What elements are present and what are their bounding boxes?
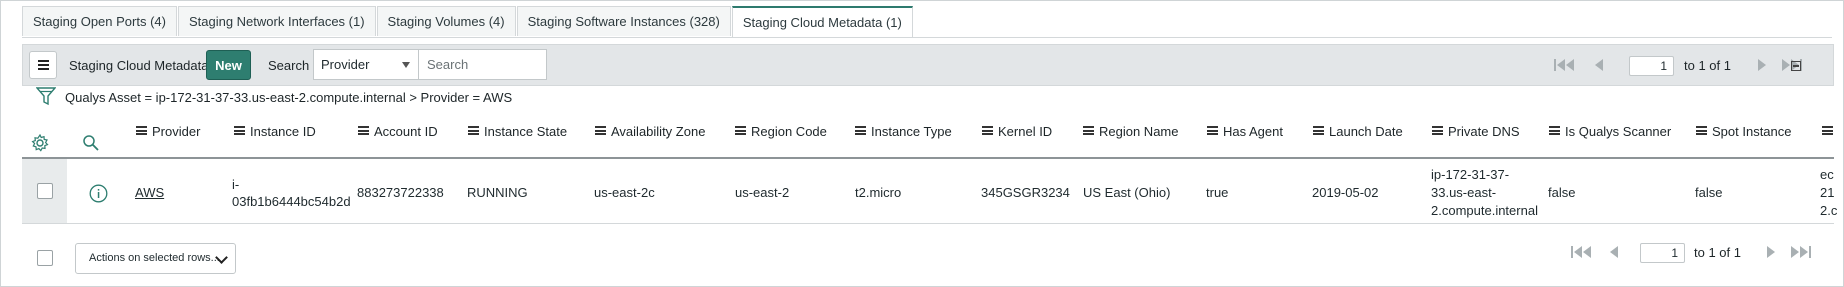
next-page-icon[interactable] <box>1766 245 1776 262</box>
column-menu-icon[interactable] <box>234 126 245 135</box>
column-menu-icon[interactable] <box>1083 126 1094 135</box>
column-header-availability-zone[interactable]: Availability Zone <box>595 124 705 140</box>
column-header-instance-state[interactable]: Instance State <box>468 124 567 140</box>
cell-private-dns-line3: 2.compute.internal <box>1431 203 1538 218</box>
prev-page-icon[interactable] <box>1594 58 1604 75</box>
tab-staging-network-interfaces[interactable]: Staging Network Interfaces (1) <box>177 6 376 36</box>
actions-select-label: Actions on selected rows... <box>89 252 220 264</box>
header-divider <box>22 157 1834 159</box>
tab-staging-cloud-metadata[interactable]: Staging Cloud Metadata (1) <box>731 6 913 38</box>
column-menu-icon[interactable] <box>358 126 369 135</box>
column-menu-icon[interactable] <box>982 126 993 135</box>
gear-icon[interactable] <box>31 133 49 155</box>
menu-icon[interactable] <box>29 51 57 79</box>
search-input[interactable] <box>419 49 547 80</box>
list-toolbar: Staging Cloud Metadata New Search Provid… <box>22 44 1834 86</box>
page-range-label: to 1 of 1 <box>1684 58 1731 73</box>
next-page-icon[interactable] <box>1757 58 1767 75</box>
cell-account-id: 883273722338 <box>357 185 444 200</box>
column-header-account-id[interactable]: Account ID <box>358 124 438 140</box>
tab-staging-software-instances[interactable]: Staging Software Instances (328) <box>516 6 731 36</box>
cell-provider-link[interactable]: AWS <box>135 184 164 201</box>
column-header-region-name[interactable]: Region Name <box>1083 124 1179 140</box>
column-menu-icon[interactable] <box>1696 126 1707 135</box>
cell-availability-zone: us-east-2c <box>594 185 655 200</box>
cell-has-agent: true <box>1206 185 1229 200</box>
select-all-checkbox[interactable] <box>37 250 53 266</box>
search-label: Search <box>268 58 310 73</box>
page-number-input[interactable]: 1 <box>1629 56 1674 76</box>
column-menu-icon[interactable] <box>468 126 479 135</box>
collapse-icon[interactable] <box>1791 61 1801 71</box>
column-header-launch-date[interactable]: Launch Date <box>1313 124 1403 140</box>
cell-private-dns-line2: 33.us-east- <box>1431 185 1497 200</box>
column-header-private-dns[interactable]: Private DNS <box>1432 124 1520 140</box>
caret-down-icon <box>402 62 410 68</box>
column-menu-icon[interactable] <box>1549 126 1560 135</box>
column-menu-icon[interactable] <box>1822 126 1833 135</box>
column-menu-icon[interactable] <box>1313 126 1324 135</box>
column-menu-icon[interactable] <box>1207 126 1218 135</box>
column-menu-icon[interactable] <box>735 126 746 135</box>
footer-page-range-label: to 1 of 1 <box>1694 245 1741 260</box>
cell-spot-instance: false <box>1695 185 1723 200</box>
column-header-region-code[interactable]: Region Code <box>735 124 827 140</box>
cell-private-dns-line1: ip-172-31-37- <box>1431 167 1510 182</box>
cell-region-code: us-east-2 <box>735 185 790 200</box>
column-header-is-qualys-scanner[interactable]: Is Qualys Scanner <box>1549 124 1671 140</box>
list-title: Staging Cloud Metadata <box>69 58 209 73</box>
cell-instance-type: t2.micro <box>855 185 902 200</box>
new-button[interactable]: New <box>206 50 251 80</box>
column-menu-icon[interactable] <box>136 126 147 135</box>
cell-instance-state: RUNNING <box>467 185 528 200</box>
related-lists-tabs: Staging Open Ports (4) Staging Network I… <box>22 6 914 38</box>
column-menu-icon[interactable] <box>1432 126 1443 135</box>
search-field-value: Provider <box>321 57 370 72</box>
tab-staging-volumes[interactable]: Staging Volumes (4) <box>376 6 516 36</box>
cell-instance-id-line1: i- <box>232 177 240 192</box>
search-icon[interactable] <box>82 134 100 155</box>
tab-staging-open-ports[interactable]: Staging Open Ports (4) <box>22 6 177 36</box>
cell-region-name: US East (Ohio) <box>1083 185 1171 200</box>
column-header-provider[interactable]: Provider <box>136 124 200 140</box>
info-icon[interactable] <box>89 184 108 206</box>
column-header-instance-type[interactable]: Instance Type <box>855 124 952 140</box>
cell-clipped-line1: ec <box>1820 167 1834 182</box>
cell-is-qualys-scanner: false <box>1548 185 1576 200</box>
cell-instance-id-line2: 03fb1b6444bc54b2d <box>232 194 351 209</box>
cell-clipped-line2: 21 <box>1820 185 1835 200</box>
filter-icon[interactable] <box>35 86 57 109</box>
row-checkbox[interactable] <box>37 183 53 199</box>
cell-clipped-line3: 2.c <box>1820 203 1838 218</box>
column-header-spot-instance[interactable]: Spot Instance <box>1696 124 1792 140</box>
column-header-kernel-id[interactable]: Kernel ID <box>982 124 1052 140</box>
prev-page-icon[interactable] <box>1609 245 1619 262</box>
column-menu-icon[interactable] <box>595 126 606 135</box>
cell-launch-date: 2019-05-02 <box>1312 185 1379 200</box>
column-menu-icon[interactable] <box>855 126 866 135</box>
cell-kernel-id: 345GSGR3234 <box>981 185 1070 200</box>
column-header-has-agent[interactable]: Has Agent <box>1207 124 1283 140</box>
row-divider <box>22 223 1834 224</box>
column-header-instance-id[interactable]: Instance ID <box>234 124 316 140</box>
actions-select[interactable]: Actions on selected rows... <box>75 243 236 274</box>
first-page-icon[interactable] <box>1554 58 1576 75</box>
footer-page-number-input[interactable]: 1 <box>1640 243 1685 263</box>
last-page-icon[interactable] <box>1789 245 1811 262</box>
tabs-divider <box>22 37 1832 38</box>
first-page-icon[interactable] <box>1571 245 1593 262</box>
search-field-select[interactable]: Provider <box>313 49 419 80</box>
breadcrumb[interactable]: Qualys Asset = ip-172-31-37-33.us-east-2… <box>65 90 512 105</box>
column-header-clipped[interactable] <box>1822 124 1838 140</box>
